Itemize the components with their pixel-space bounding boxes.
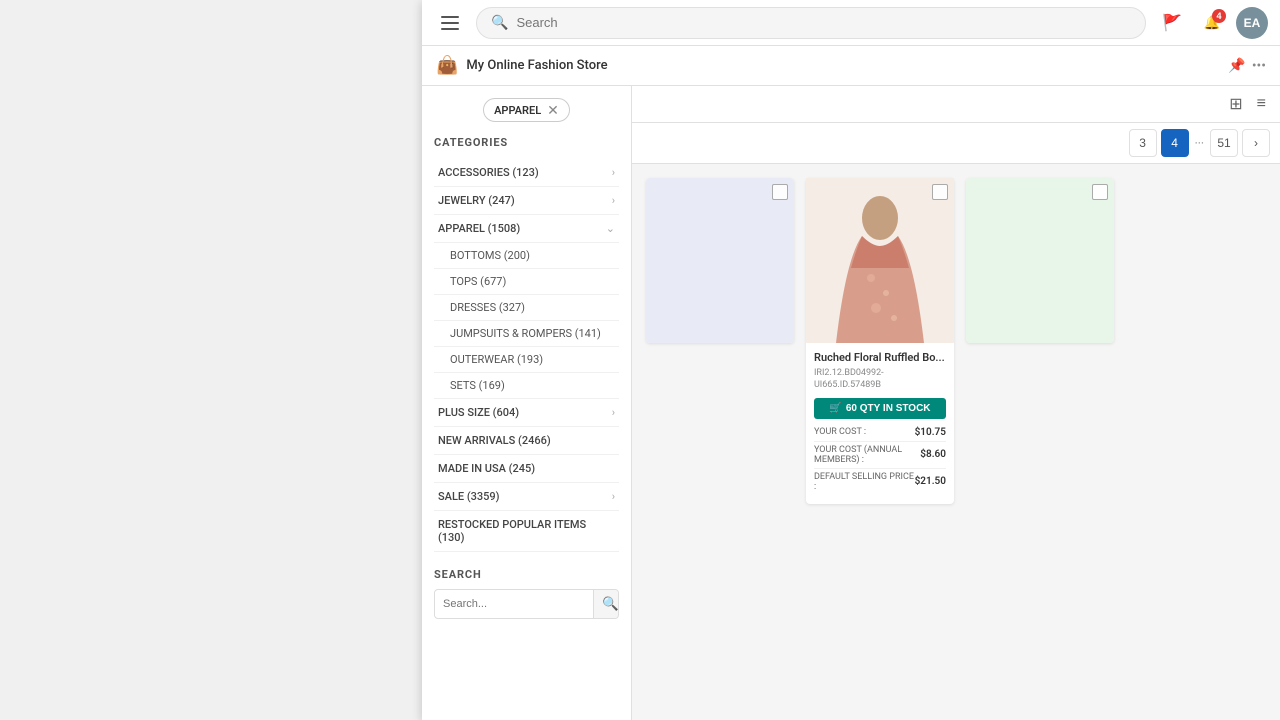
notification-button[interactable]: 🔔 4 [1196,7,1228,39]
store-bar: 👜 My Online Fashion Store 📌 ••• [422,46,1280,86]
products-area: Ruched Floral Ruffled Bo... IRI2.12.BD04… [632,164,1280,518]
category-item-apparel[interactable]: APPAREL (1508) ⌄ [434,215,619,243]
product-card [646,178,794,343]
avatar-button[interactable]: EA [1236,7,1268,39]
product-select-checkbox[interactable] [932,184,948,200]
subcategory-label: DRESSES (327) [450,301,525,314]
active-filter-area: APPAREL ✕ [434,98,619,122]
main-content: APPAREL ✕ CATEGORIES ACCESSORIES (123) ›… [422,86,1280,720]
featured-product-image [806,178,954,343]
cart-icon: 🛒 [829,403,841,414]
category-label: RESTOCKED POPULAR ITEMS (130) [438,518,615,544]
nav-icons: 🚩 🔔 4 EA [1156,7,1268,39]
default-price-row: DEFAULT SELLING PRICE : $21.50 [814,472,946,492]
menu-button[interactable] [434,7,466,39]
category-label: NEW ARRIVALS (2466) [438,434,551,447]
flag-icon: 🚩 [1162,13,1182,33]
categories-title: CATEGORIES [434,136,619,149]
category-label: JEWELRY (247) [438,194,515,207]
subcategory-label: OUTERWEAR (193) [450,353,543,366]
product-sku: IRI2.12.BD04992-UI665.ID.57489B [814,368,946,391]
page-4-button[interactable]: 4 [1161,129,1189,157]
subcategory-label: SETS (169) [450,379,505,392]
filter-tag-label: APPAREL [494,104,541,117]
annual-cost-value: $8.60 [920,449,946,460]
category-label: APPAREL (1508) [438,222,520,235]
more-options-icon[interactable]: ••• [1252,58,1266,74]
category-item-accessories[interactable]: ACCESSORIES (123) › [434,159,619,187]
chevron-down-icon: ⌄ [606,222,615,235]
page-51-button[interactable]: 51 [1210,129,1238,157]
product-card-bottom [966,178,1114,343]
chevron-right-icon: › [612,406,615,419]
search-section-title: SEARCH [434,568,619,581]
sidebar-search-input[interactable] [435,592,593,616]
product-checkbox[interactable] [772,184,788,200]
subcategory-item-tops[interactable]: TOPS (677) [434,269,619,295]
chevron-right-icon: › [612,194,615,207]
product-info: Ruched Floral Ruffled Bo... IRI2.12.BD04… [806,343,954,504]
sidebar: APPAREL ✕ CATEGORIES ACCESSORIES (123) ›… [422,86,632,720]
top-navigation: 🔍 🚩 🔔 4 EA [422,0,1280,46]
category-label: MADE IN USA (245) [438,462,535,475]
subcategory-label: JUMPSUITS & ROMPERS (141) [450,327,601,340]
product-image [966,178,1114,343]
product-image [646,178,794,343]
subcategory-item-jumpsuits[interactable]: JUMPSUITS & ROMPERS (141) [434,321,619,347]
notification-badge: 4 [1212,9,1226,23]
category-label: PLUS SIZE (604) [438,406,519,419]
category-label: ACCESSORIES (123) [438,166,539,179]
subcategory-label: BOTTOMS (200) [450,249,530,262]
list-view-button[interactable]: ≡ [1253,93,1270,115]
subcategory-item-outerwear[interactable]: OUTERWEAR (193) [434,347,619,373]
store-logo-icon: 👜 [436,55,458,76]
subcategory-label: TOPS (677) [450,275,506,288]
search-icon: 🔍 [491,15,508,31]
featured-product-card: Ruched Floral Ruffled Bo... IRI2.12.BD04… [806,178,954,504]
chevron-right-icon: › [612,490,615,503]
search-input[interactable] [516,15,1131,30]
subcategory-item-dresses[interactable]: DRESSES (327) [434,295,619,321]
stock-button[interactable]: 🛒 60 QTY IN STOCK [814,398,946,419]
page-dots: ··· [1193,136,1206,150]
category-item-sale[interactable]: SALE (3359) › [434,483,619,511]
category-item-new-arrivals[interactable]: NEW ARRIVALS (2466) [434,427,619,455]
filter-tag-remove-button[interactable]: ✕ [547,103,559,117]
pagination-bar: 3 4 ··· 51 › [632,123,1280,164]
category-item-jewelry[interactable]: JEWELRY (247) › [434,187,619,215]
pin-icon[interactable]: 📌 [1228,58,1245,74]
filter-tag: APPAREL ✕ [483,98,570,122]
right-content: ⊞ ≡ 3 4 ··· 51 › [632,86,1280,720]
default-price-value: $21.50 [915,476,946,487]
default-price-label: DEFAULT SELLING PRICE : [814,472,915,492]
grid-view-button[interactable]: ⊞ [1225,92,1246,116]
sidebar-search-section: SEARCH 🔍 [434,568,619,619]
category-item-restocked[interactable]: RESTOCKED POPULAR ITEMS (130) [434,511,619,552]
chevron-right-icon: › [612,166,615,179]
cost-value: $10.75 [915,427,946,438]
product-checkbox[interactable] [1092,184,1108,200]
flag-button[interactable]: 🚩 [1156,7,1188,39]
category-label: SALE (3359) [438,490,500,503]
annual-cost-row: YOUR COST (ANNUAL MEMBERS) : $8.60 [814,445,946,465]
subcategory-item-sets[interactable]: SETS (169) [434,373,619,399]
sidebar-search-bar: 🔍 [434,589,619,619]
cost-row: YOUR COST : $10.75 [814,427,946,438]
sidebar-search-button[interactable]: 🔍 [593,590,619,618]
store-actions: 📌 ••• [1228,58,1266,74]
cost-label: YOUR COST : [814,427,866,437]
subcategory-item-bottoms[interactable]: BOTTOMS (200) [434,243,619,269]
page-3-button[interactable]: 3 [1129,129,1157,157]
category-item-plus-size[interactable]: PLUS SIZE (604) › [434,399,619,427]
annual-cost-label: YOUR COST (ANNUAL MEMBERS) : [814,445,920,465]
product-toolbar: ⊞ ≡ [632,86,1280,123]
page-next-button[interactable]: › [1242,129,1270,157]
stock-label: 60 QTY IN STOCK [846,403,931,414]
category-item-made-in-usa[interactable]: MADE IN USA (245) [434,455,619,483]
search-bar: 🔍 [476,7,1146,39]
product-name: Ruched Floral Ruffled Bo... [814,351,946,365]
store-name: My Online Fashion Store [466,58,1220,73]
